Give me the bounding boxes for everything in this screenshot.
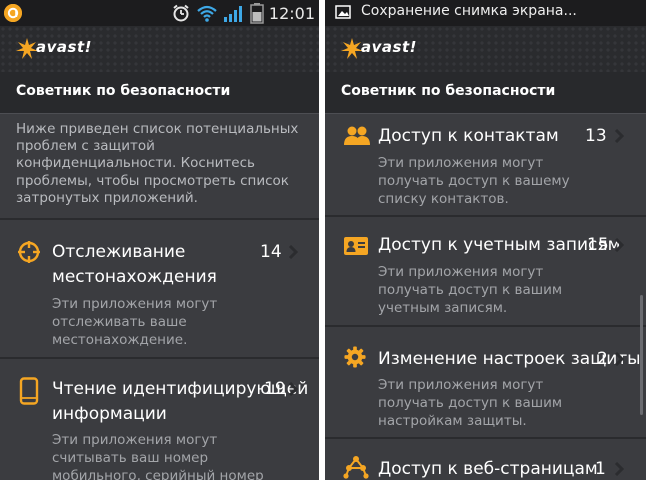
item-title-line: Доступ к веб-страницам bbox=[378, 459, 598, 479]
item-desc-line: настройкам защиты. bbox=[378, 413, 527, 429]
item-desc-line: списку контактов. bbox=[378, 191, 509, 207]
avast-logo: avast! bbox=[14, 35, 91, 63]
item-count: 19 bbox=[264, 379, 286, 399]
list-item-accounts[interactable]: Доступ к учетным записям 15 Эти приложен… bbox=[325, 217, 646, 323]
item-count: 2 bbox=[597, 349, 608, 369]
page-title-bar: Советник по безопасности bbox=[0, 72, 319, 114]
item-title-line: Отслеживание bbox=[52, 242, 186, 262]
web-nodes-icon bbox=[343, 456, 369, 479]
item-desc-line: получать доступ к вашим bbox=[378, 395, 563, 411]
avast-logo: avast! bbox=[339, 35, 416, 63]
chevron-right-icon bbox=[288, 245, 298, 259]
list-item-location-tracking[interactable]: Отслеживание местонахождения 14 Эти прил… bbox=[0, 220, 319, 356]
id-card-icon bbox=[344, 237, 368, 255]
notification-text: Сохранение снимка экрана... bbox=[361, 3, 577, 19]
screenshot-icon bbox=[335, 5, 351, 19]
status-bar: 12:01 bbox=[0, 0, 319, 26]
page-title-bar: Советник по безопасности bbox=[325, 72, 646, 114]
status-bar: Сохранение снимка экрана... bbox=[325, 0, 646, 26]
right-screen: Сохранение снимка экрана... avast! Совет… bbox=[325, 0, 646, 480]
status-time: 12:01 bbox=[268, 3, 315, 23]
avast-notification-icon bbox=[4, 4, 22, 22]
item-count: 15 bbox=[587, 235, 609, 255]
item-title-line: Доступ к учетным записям bbox=[378, 235, 621, 255]
item-desc-line: Эти приложения могут bbox=[378, 377, 544, 393]
wifi-icon bbox=[197, 5, 217, 22]
item-desc-line: Эти приложения могут bbox=[52, 296, 218, 312]
avast-logo-text: avast! bbox=[361, 38, 417, 56]
item-desc-line: Эти приложения могут bbox=[378, 155, 544, 171]
list-item-security-settings[interactable]: Изменение настроек защиты 2 Эти приложен… bbox=[325, 327, 646, 437]
phone-icon bbox=[19, 377, 39, 405]
gear-icon bbox=[344, 346, 366, 368]
item-count: 13 bbox=[585, 126, 607, 146]
item-desc-line: получать доступ к вашим bbox=[378, 282, 563, 298]
page-title: Советник по безопасности bbox=[341, 83, 556, 99]
page-title: Советник по безопасности bbox=[16, 83, 231, 99]
item-count: 14 bbox=[260, 242, 282, 262]
app-header: avast! bbox=[0, 26, 319, 72]
list-item-web-pages[interactable]: Доступ к веб-страницам 1 bbox=[325, 439, 646, 480]
alarm-icon bbox=[173, 4, 189, 22]
list-item-read-identity[interactable]: Чтение идентифицирующей информации 19 Эт… bbox=[0, 359, 319, 480]
scrollbar[interactable] bbox=[640, 295, 643, 415]
left-screen: 12:01 avast! Советник по безопасности Ни… bbox=[0, 0, 319, 480]
item-desc-line: получать доступ к вашему bbox=[378, 173, 570, 189]
item-desc-line: Эти приложения могут bbox=[52, 432, 218, 448]
avast-logo-text: avast! bbox=[36, 38, 92, 56]
item-title-line: информации bbox=[52, 404, 167, 424]
signal-icon bbox=[223, 6, 242, 22]
item-desc-line: считывать ваш номер bbox=[52, 450, 209, 466]
chevron-right-icon bbox=[614, 462, 624, 476]
app-header: avast! bbox=[325, 26, 646, 72]
chevron-right-icon bbox=[614, 238, 624, 252]
item-title-line: местонахождения bbox=[52, 267, 217, 287]
item-desc-line: отслеживать ваше bbox=[52, 314, 187, 330]
item-desc-line: Эти приложения могут bbox=[378, 264, 544, 280]
item-desc-line: мобильного, серийный номер bbox=[52, 468, 264, 480]
intro-text: Ниже приведен список потенциальных пробл… bbox=[16, 121, 299, 206]
item-count: 1 bbox=[595, 459, 606, 479]
chevron-right-icon bbox=[614, 129, 624, 143]
chevron-right-icon bbox=[614, 352, 624, 366]
list-item-contacts[interactable]: Доступ к контактам 13 Эти приложения мог… bbox=[325, 113, 646, 215]
item-desc-line: местонахождение. bbox=[52, 332, 188, 348]
item-title-line: Доступ к контактам bbox=[378, 126, 559, 146]
chevron-right-icon bbox=[288, 382, 298, 396]
item-desc-line: учетным записям. bbox=[378, 300, 508, 316]
contacts-icon bbox=[344, 126, 370, 145]
battery-icon bbox=[250, 3, 264, 24]
crosshair-icon bbox=[18, 241, 40, 263]
